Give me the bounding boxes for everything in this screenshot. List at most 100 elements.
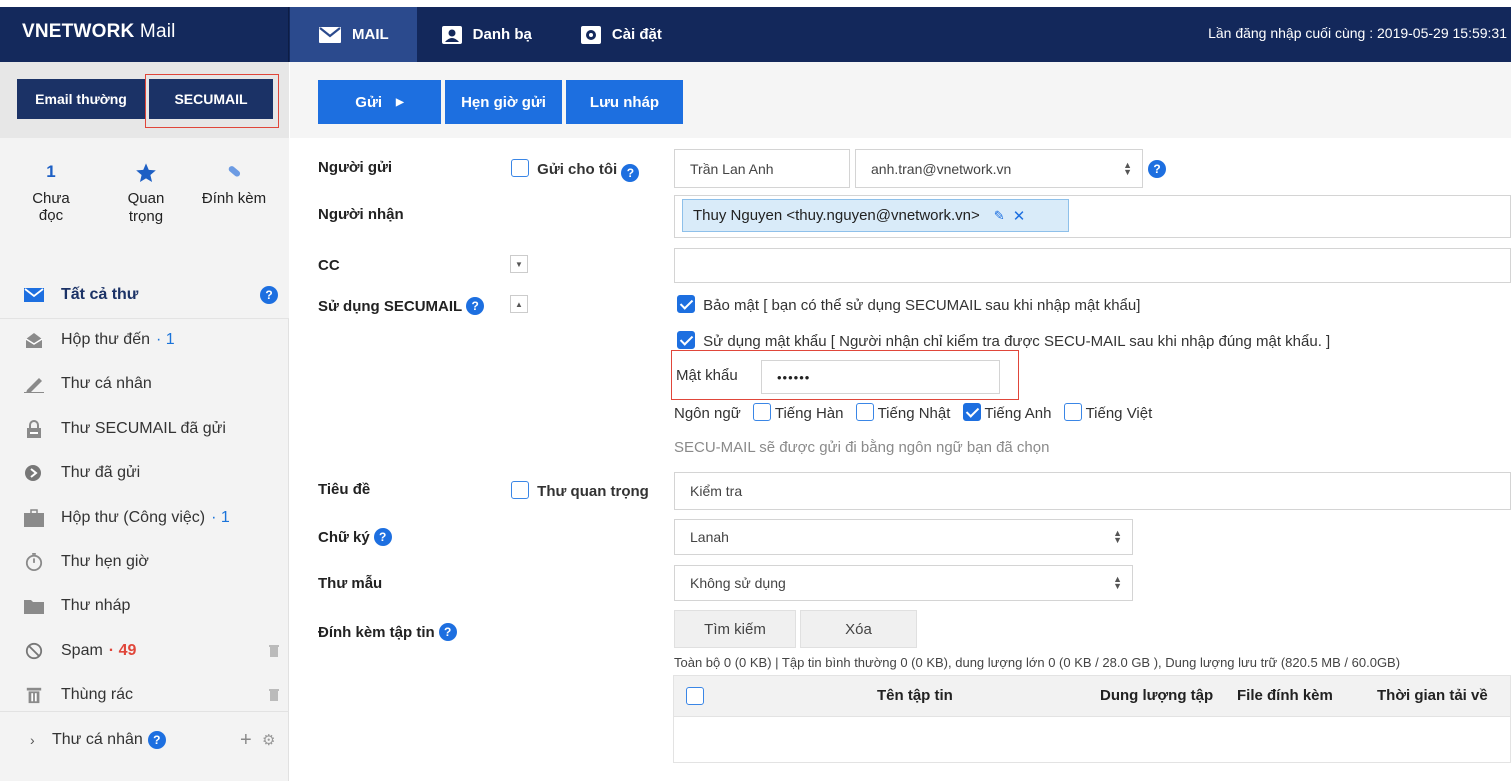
folder-sent[interactable]: Thư đã gửi [0,453,289,493]
help-icon[interactable]: ? [621,164,640,182]
folder-drafts[interactable]: Thư nháp [0,586,289,626]
lang-korean[interactable]: Tiếng Hàn [752,403,844,422]
recipient-chip[interactable]: Thuy Nguyen <thuy.nguyen@vnetwork.vn> ✎ … [682,199,1069,232]
security-option[interactable]: Bảo mật [ bạn có thể sử dụng SECUMAIL sa… [677,295,1140,314]
folder-label: Thư SECUMAIL đã gửi [61,420,226,437]
language-row: Ngôn ngữ Tiếng Hàn Tiếng Nhật Tiếng Anh … [674,403,1152,422]
empty-spam-icon[interactable] [269,644,279,657]
col-attached[interactable]: File đính kèm [1237,687,1333,704]
secumail-label: Sử dụng SECUMAIL ? [318,297,485,315]
gear-icon[interactable]: ⚙ [262,731,275,749]
file-delete-button[interactable]: Xóa [800,610,917,648]
top-nav: MAIL Danh bạ Cài đặt [290,7,686,62]
attach-label: Đính kèm tập tin ? [318,623,457,641]
help-icon[interactable]: ? [147,731,166,749]
lock-icon [27,420,41,438]
help-icon[interactable]: ? [260,286,278,304]
col-upload-time[interactable]: Thời gian tải về [1377,687,1488,704]
important-label: Thư quan trọng [537,483,649,500]
schedule-button[interactable]: Hẹn giờ gửi [445,80,562,124]
add-folder-icon[interactable]: + [240,729,252,752]
attachments-table-header: Tên tập tin Dung lượng tập File đính kèm… [673,675,1511,717]
send-label: Gửi [355,93,382,111]
lang-english[interactable]: Tiếng Anh [962,403,1051,422]
language-label: Ngôn ngữ [674,405,741,422]
lang-vietnamese[interactable]: Tiếng Việt [1063,403,1152,422]
attachment-filter[interactable]: Đính kèm [196,162,272,207]
subject-field[interactable]: Kiểm tra [674,472,1511,510]
folder-trash[interactable]: Thùng rác [0,675,289,715]
folder-label: Thư đã gửi [61,464,141,481]
empty-trash-icon[interactable] [269,688,279,701]
folder-spam[interactable]: Spam · 49 [0,631,289,671]
folder-work[interactable]: Hộp thư (Công việc) · 1 [0,498,289,538]
folder-secumail-sent[interactable]: Thư SECUMAIL đã gửi [0,409,289,449]
signature-select[interactable]: Lanah ▲ ▼ [674,519,1133,555]
lang-korean-checkbox[interactable] [752,403,771,421]
recipient-chip-text: Thuy Nguyen <thuy.nguyen@vnetwork.vn> [693,207,980,224]
folder-label: Spam [61,642,103,659]
file-search-button[interactable]: Tìm kiếm [674,610,796,648]
important-filter[interactable]: Quan trọng [118,162,174,226]
lang-japanese-label: Tiếng Nhật [877,405,951,422]
help-icon[interactable]: ? [466,297,485,315]
send-to-me-option[interactable]: Gửi cho tôi ? [511,159,640,182]
sender-email-select[interactable]: anh.tran@vnetwork.vn ▲ ▼ [855,149,1143,188]
security-checkbox[interactable] [677,295,695,313]
help-icon[interactable]: ? [373,528,392,546]
sender-name-field[interactable]: Trần Lan Anh [674,149,850,188]
secumail-collapse-toggle[interactable]: ▲ [510,295,528,313]
folder-all-mail[interactable]: Tất cả thư ? [0,275,289,315]
nav-settings[interactable]: Cài đặt [556,7,686,62]
lang-korean-label: Tiếng Hàn [774,405,844,422]
edit-icon[interactable]: ✎ [994,208,1005,224]
folder-label: Thư hẹn giờ [61,553,149,570]
attachment-label: Đính kèm [201,190,267,207]
template-select[interactable]: Không sử dụng ▲ ▼ [674,565,1133,601]
col-filename[interactable]: Tên tập tin [877,687,953,704]
send-to-me-checkbox[interactable] [511,159,529,177]
tab-email-normal[interactable]: Email thường [17,79,145,119]
help-icon[interactable]: ? [438,623,457,641]
folder-label: Thư cá nhân [61,375,152,392]
nav-mail[interactable]: MAIL [290,7,417,62]
section-label: Thư cá nhân [52,731,143,748]
col-size[interactable]: Dung lượng tập [1100,687,1213,704]
folder-scheduled[interactable]: Thư hẹn giờ [0,542,289,582]
lang-japanese[interactable]: Tiếng Nhật [855,403,951,422]
important-checkbox[interactable] [511,481,529,499]
unread-filter[interactable]: 1 Chưa đọc [20,162,82,224]
signature-value: Lanah [690,529,729,545]
nav-contacts[interactable]: Danh bạ [417,7,556,62]
personal-folder-section[interactable]: › Thư cá nhân? + ⚙ [0,720,289,760]
folder-inbox[interactable]: Hộp thư đến · 1 [0,320,289,360]
folder-personal[interactable]: Thư cá nhân [0,364,289,404]
chevron-right-icon[interactable]: › [30,732,35,748]
brand-logo[interactable]: VNETWORK Mail [0,7,289,62]
security-option-label: Bảo mật [ bạn có thể sử dụng SECUMAIL sa… [703,297,1141,314]
lang-english-checkbox[interactable] [962,403,981,421]
attachments-table-body [673,717,1511,763]
last-login-text: Lần đăng nhập cuối cùng : 2019-05-29 15:… [1208,25,1507,41]
select-all-checkbox[interactable] [686,687,704,705]
cc-expand-toggle[interactable]: ▼ [510,255,528,273]
help-icon[interactable]: ? [1148,160,1166,178]
language-note: SECU-MAIL sẽ được gửi đi bằng ngôn ngữ b… [674,439,1050,456]
cc-field[interactable] [674,248,1511,283]
template-value: Không sử dụng [690,575,786,591]
send-button[interactable]: Gửi ▶ [318,80,441,124]
password-field[interactable]: •••••• [761,360,1000,394]
important-option[interactable]: Thư quan trọng [511,481,649,500]
password-option-label: Sử dụng mật khẩu [ Người nhận chỉ kiểm t… [703,333,1331,350]
lang-vietnamese-checkbox[interactable] [1063,403,1082,421]
password-option[interactable]: Sử dụng mật khẩu [ Người nhận chỉ kiểm t… [677,331,1330,350]
password-checkbox[interactable] [677,331,695,349]
sidebar: Email thường SECUMAIL 1 Chưa đọc Quan tr… [0,62,289,781]
settings-icon [580,25,601,44]
envelope-icon [319,26,341,43]
lang-japanese-checkbox[interactable] [855,403,874,421]
save-draft-button[interactable]: Lưu nháp [566,80,683,124]
signature-label: Chữ ký ? [318,528,392,546]
folder-label: Thùng rác [61,686,134,703]
close-icon[interactable]: ✕ [1013,207,1026,225]
